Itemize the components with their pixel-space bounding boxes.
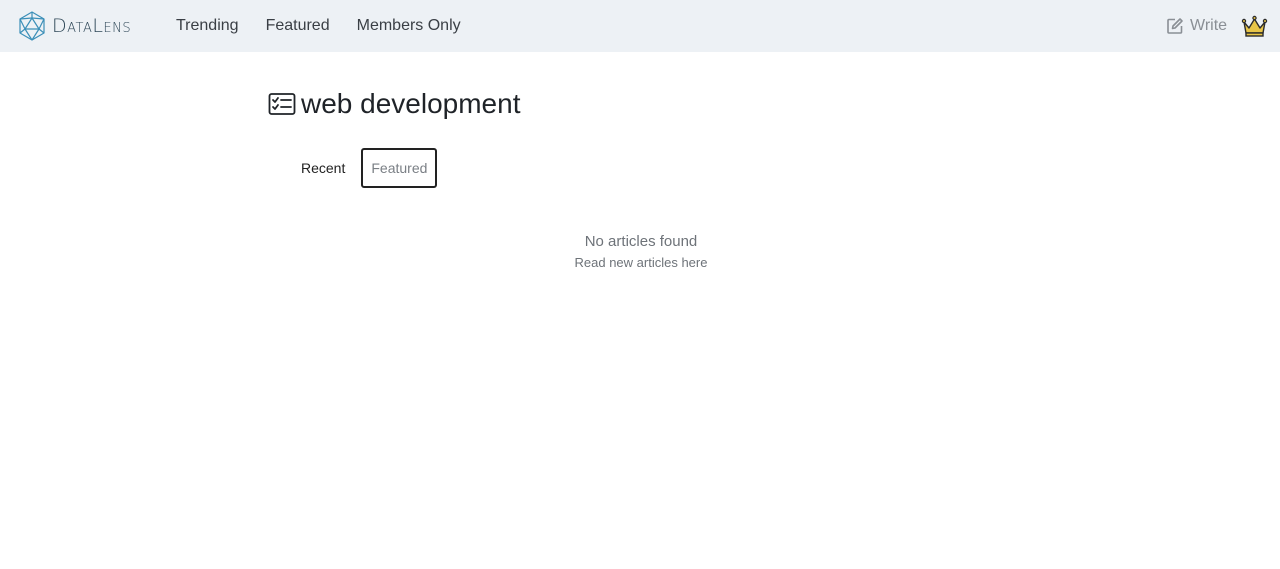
empty-state: No articles found Read new articles here: [0, 233, 1280, 272]
main-nav: Trending Featured Members Only: [176, 0, 488, 52]
edit-icon: [1167, 18, 1183, 34]
write-label: Write: [1190, 17, 1228, 34]
read-new-articles-link[interactable]: Read new articles here: [575, 255, 708, 270]
nav-members-only[interactable]: Members Only: [357, 17, 461, 35]
crown-icon[interactable]: [1241, 14, 1268, 38]
top-navbar: DataLens Trending Featured Members Only …: [0, 0, 1280, 52]
brand-name: DataLens: [52, 15, 132, 37]
brand-logo-link[interactable]: DataLens: [18, 11, 131, 41]
checklist-card-icon: [268, 93, 296, 115]
write-button[interactable]: Write: [1166, 15, 1227, 37]
page-header: web development: [268, 88, 520, 120]
tab-recent[interactable]: Recent: [290, 148, 356, 188]
article-tabs: Recent Featured: [290, 148, 438, 188]
nav-featured[interactable]: Featured: [266, 17, 330, 35]
polyhedron-logo-icon: [19, 11, 45, 41]
tab-featured[interactable]: Featured: [361, 148, 438, 188]
empty-state-title: No articles found: [584, 233, 698, 250]
page-title: web development: [301, 88, 521, 119]
nav-trending[interactable]: Trending: [176, 17, 239, 35]
